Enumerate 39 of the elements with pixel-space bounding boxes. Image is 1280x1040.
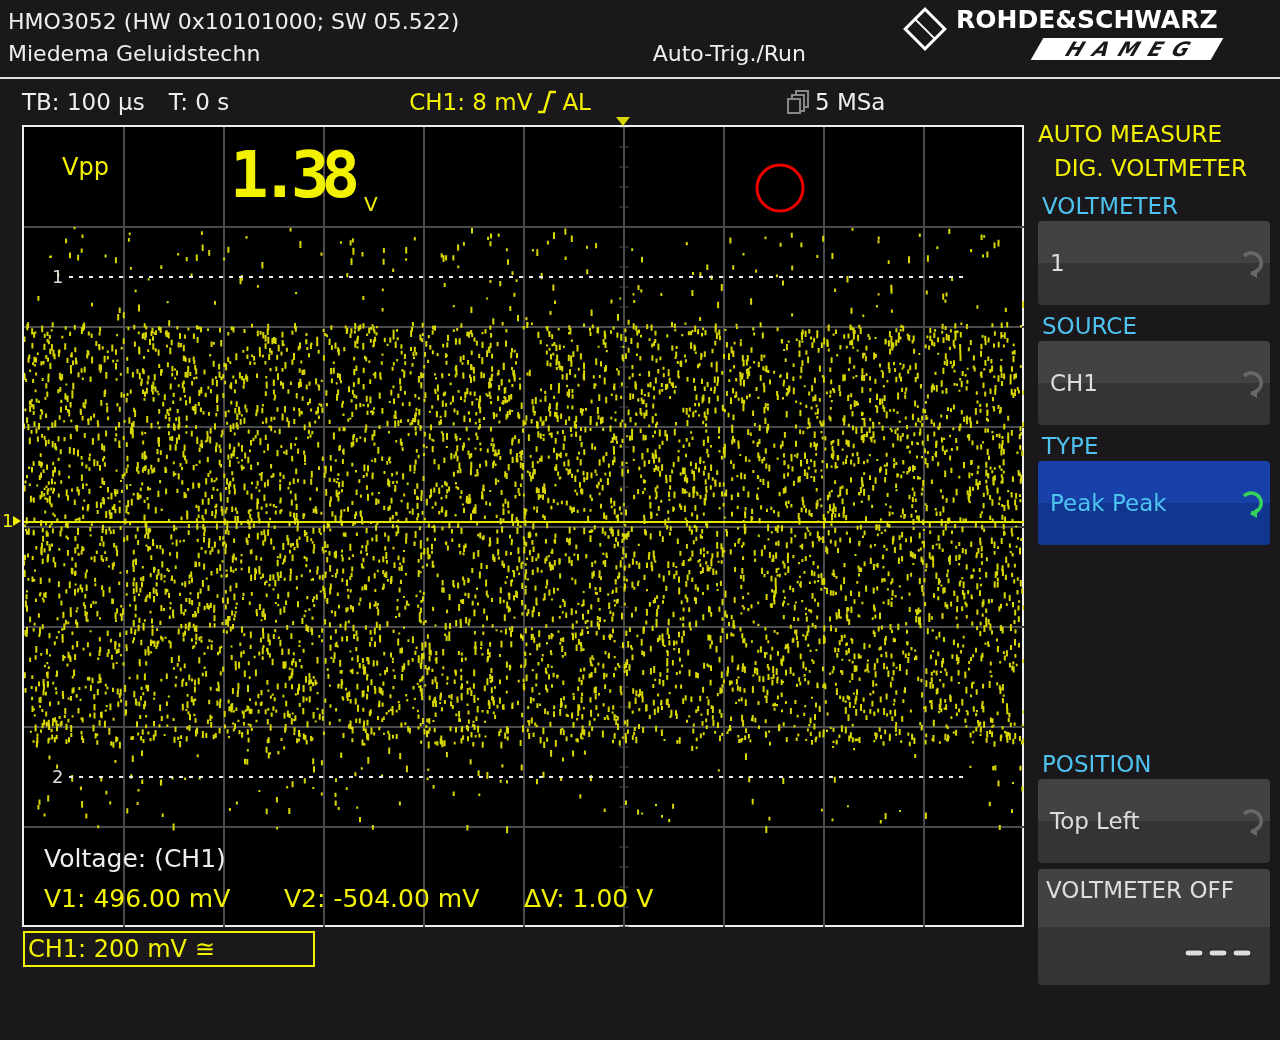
diamond-logo-icon	[902, 6, 948, 52]
sample-rate-label: 5 MSa	[814, 87, 886, 117]
menu-item-label: VOLTMETER	[1041, 192, 1180, 221]
timebase-label: TB: 100 µs	[22, 87, 145, 117]
cursor-readout-value: V1: 496.00 mV	[44, 883, 232, 915]
run-status: Auto-Trig./Run	[652, 40, 806, 68]
menu-selector[interactable]: 1	[1038, 221, 1270, 305]
trigger-time-label: T: 0 s	[168, 87, 230, 117]
menu-selector[interactable]: Peak Peak	[1038, 461, 1270, 545]
channel-scale-label: CH1: 200 mV ≅	[23, 931, 315, 967]
trigger-marker-icon	[616, 117, 630, 127]
circle-marking	[754, 162, 806, 214]
cursor-readout-value: V2: -504.00 mV	[284, 883, 481, 915]
menu-selector[interactable]: Top Left	[1038, 779, 1270, 863]
cursor-readout-value: ΔV: 1.00 V	[524, 883, 654, 915]
trigger-coupling-label: AL	[562, 87, 591, 117]
cursor-label: 2	[52, 767, 64, 787]
voltmeter-off-button[interactable]: VOLTMETER OFF	[1038, 869, 1270, 985]
brand-name: ROHDE&SCHWARZ	[956, 6, 1218, 34]
channel-marker-label: 1	[2, 509, 14, 533]
menu-item-label: SOURCE	[1041, 312, 1138, 341]
menu-selector[interactable]: CH1	[1038, 341, 1270, 425]
owner-name: Miedema Geluidstechn	[8, 40, 261, 68]
brand-subname: HAMEG	[1030, 38, 1224, 60]
measurement-label: Vpp	[62, 152, 109, 183]
trigger-level-label: CH1: 8 mV	[409, 87, 533, 117]
dashes-icon	[1184, 949, 1254, 957]
measurement-unit: V	[364, 191, 378, 218]
channel-arrow-icon	[13, 515, 22, 526]
cursor-label: 1	[52, 267, 64, 287]
stacked-frames-icon	[786, 89, 811, 115]
cursor-readout-title: Voltage: (CH1)	[44, 843, 227, 875]
device-title: HMO3052 (HW 0x10101000; SW 05.522)	[8, 8, 461, 36]
menu-subtitle: DIG. VOLTMETER	[1053, 154, 1248, 183]
menu-item-label: POSITION	[1041, 750, 1153, 779]
menu-item-label: TYPE	[1041, 432, 1100, 461]
rising-edge-icon	[536, 90, 559, 114]
measurement-value: 1.38	[230, 137, 353, 213]
menu-title: AUTO MEASURE	[1038, 120, 1224, 149]
